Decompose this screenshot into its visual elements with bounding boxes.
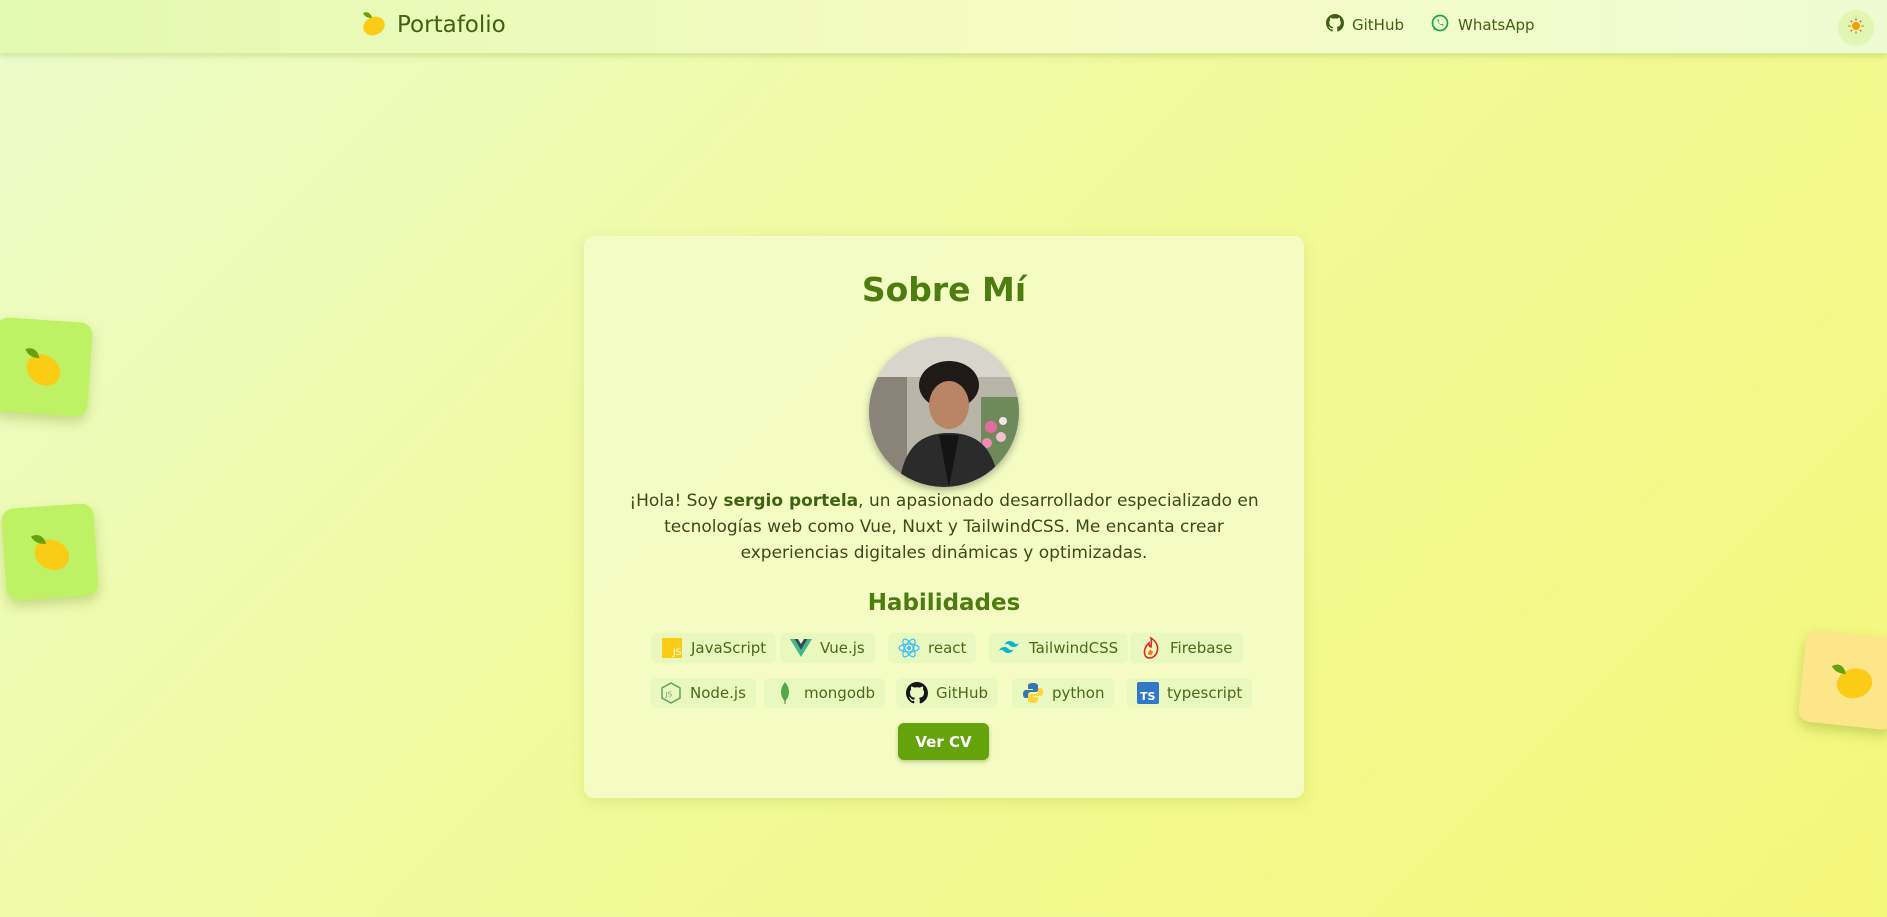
github-icon (906, 682, 928, 704)
skill-chip-github: GitHub (896, 678, 998, 708)
svg-text:TS: TS (1140, 690, 1156, 703)
about-card: Sobre Mí ¡Hola! Soy sergio portela, un a… (584, 236, 1304, 798)
vue-icon (790, 637, 812, 659)
skill-label: react (928, 639, 967, 657)
skill-label: TailwindCSS (1029, 639, 1119, 657)
avatar (869, 337, 1019, 487)
skill-label: Firebase (1170, 639, 1233, 657)
skill-label: Vue.js (820, 639, 865, 657)
brand-link[interactable]: Portafolio (357, 8, 506, 42)
firebase-icon (1140, 637, 1162, 659)
nav-whatsapp-label: WhatsApp (1458, 16, 1535, 34)
skill-chip-python: python (1012, 678, 1115, 708)
decorative-lemon-tile (0, 502, 100, 602)
typescript-icon: TS (1137, 682, 1159, 704)
intro-prefix: ¡Hola! Soy (629, 491, 724, 511)
github-icon (1326, 14, 1344, 36)
skills-title: Habilidades (867, 590, 1021, 616)
skill-chip-mongodb: mongodb (764, 678, 886, 708)
skill-chip-react: react (888, 633, 977, 663)
python-icon (1022, 682, 1044, 704)
svg-text:JS: JS (672, 648, 682, 658)
nav-whatsapp-link[interactable]: WhatsApp (1430, 13, 1535, 37)
skill-label: Node.js (690, 684, 746, 702)
lemon-icon (1821, 649, 1879, 711)
decorative-lemon-tile (1797, 629, 1887, 731)
skill-label: mongodb (804, 684, 876, 702)
mongodb-icon (774, 682, 796, 704)
brand-title: Portafolio (397, 12, 506, 38)
lemon-icon (22, 522, 78, 582)
svg-text:JS: JS (665, 691, 673, 699)
skill-chip-nodejs: JS Node.js (650, 678, 756, 708)
skill-chip-javascript: JS JavaScript (651, 633, 777, 663)
view-cv-button[interactable]: Ver CV (898, 723, 989, 760)
skill-label: typescript (1167, 684, 1243, 702)
whatsapp-icon (1430, 13, 1450, 37)
lemon-icon (14, 337, 70, 397)
author-name: sergio portela (723, 491, 859, 511)
lemon-icon (357, 7, 389, 44)
skill-chip-typescript: TS typescript (1127, 678, 1253, 708)
skill-label: GitHub (936, 684, 988, 702)
react-icon (898, 637, 920, 659)
sun-icon (1848, 18, 1864, 39)
nav-github-label: GitHub (1352, 16, 1404, 34)
skill-chip-vue: Vue.js (780, 633, 875, 663)
section-title: Sobre Mí (861, 270, 1027, 309)
tailwind-icon (999, 637, 1021, 659)
theme-toggle-button[interactable] (1838, 10, 1874, 46)
skill-chip-firebase: Firebase (1130, 633, 1243, 663)
skill-chip-tailwindcss: TailwindCSS (989, 633, 1129, 663)
intro-text: ¡Hola! Soy sergio portela, un apasionado… (620, 488, 1268, 566)
top-navbar: Portafolio GitHub WhatsApp (0, 0, 1887, 54)
decorative-lemon-tile (0, 316, 94, 418)
nav-github-link[interactable]: GitHub (1326, 13, 1404, 37)
skill-label: JavaScript (691, 639, 767, 657)
nodejs-icon: JS (660, 682, 682, 704)
javascript-icon: JS (661, 637, 683, 659)
skill-label: python (1052, 684, 1105, 702)
